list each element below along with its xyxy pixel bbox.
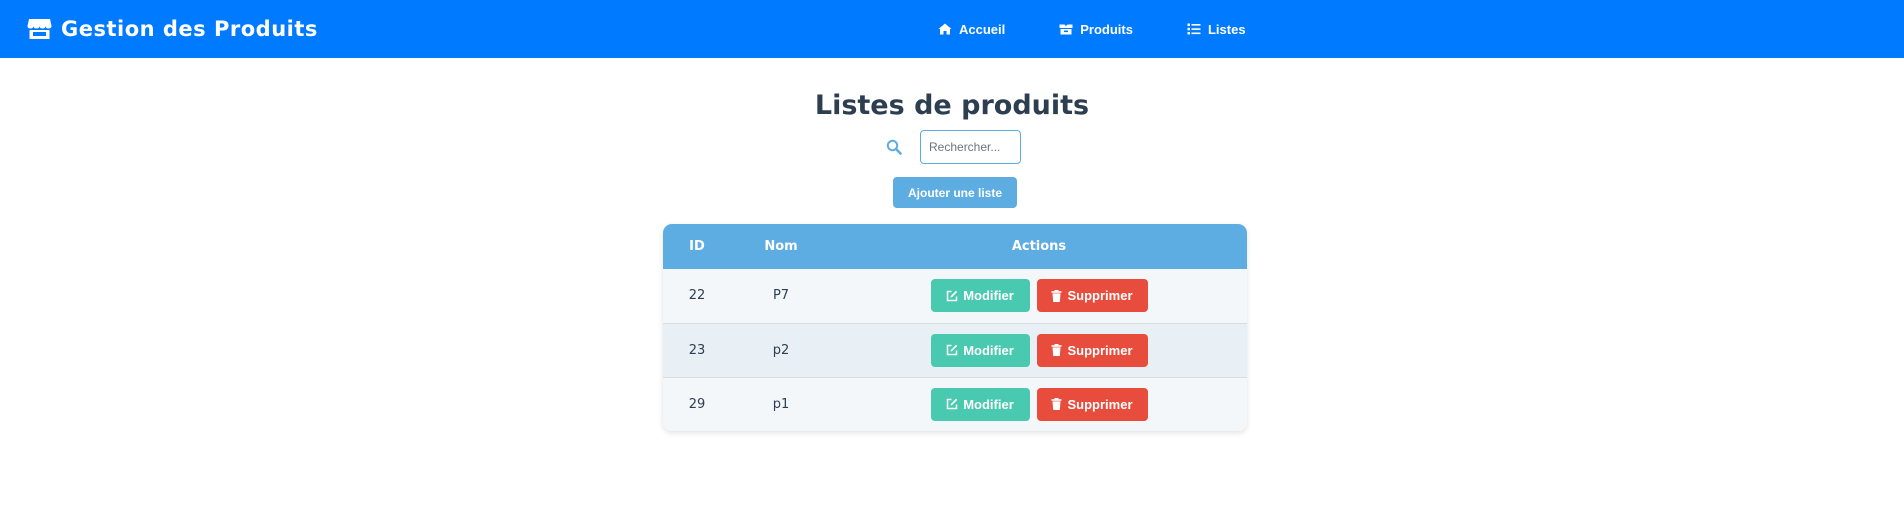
cell-id: 22 <box>688 288 706 304</box>
table-row: 23 p2 Modifier Supprimer <box>663 323 1247 377</box>
search-input[interactable] <box>920 130 1021 164</box>
trash-icon <box>1051 289 1062 302</box>
edit-button[interactable]: Modifier <box>930 333 1030 367</box>
home-icon <box>938 23 952 35</box>
delete-button[interactable]: Supprimer <box>1036 387 1148 421</box>
edit-icon <box>946 399 958 410</box>
delete-button[interactable]: Supprimer <box>1036 333 1148 367</box>
cell-id: 29 <box>688 396 706 412</box>
edit-button[interactable]: Modifier <box>930 279 1030 313</box>
row-actions: Modifier Supprimer <box>831 333 1247 367</box>
delete-label: Supprimer <box>1067 396 1133 412</box>
store-icon <box>27 19 52 39</box>
page-title: Listes de produits <box>814 90 1090 121</box>
row-actions: Modifier Supprimer <box>831 387 1247 421</box>
trash-icon <box>1051 344 1062 356</box>
delete-button[interactable]: Supprimer <box>1036 279 1148 313</box>
lists-table: ID Nom Actions 22 P7 Modifier Supprimer … <box>663 224 1247 431</box>
cell-nom: p2 <box>772 342 790 358</box>
cell-id: 23 <box>688 342 706 358</box>
nav-link-label: Listes <box>1207 21 1246 37</box>
header-nom: Nom <box>764 239 798 254</box>
table-header-row: ID Nom Actions <box>663 224 1247 269</box>
row-actions: Modifier Supprimer <box>831 279 1247 313</box>
list-icon <box>1187 23 1201 35</box>
cell-nom: p1 <box>772 396 790 412</box>
delete-label: Supprimer <box>1067 342 1133 358</box>
edit-label: Modifier <box>963 342 1014 358</box>
cell-actions: Modifier Supprimer <box>831 269 1247 323</box>
cell-nom: P7 <box>772 288 790 304</box>
edit-label: Modifier <box>963 288 1014 304</box>
search-icon <box>886 139 902 155</box>
table-row: 22 P7 Modifier Supprimer <box>663 269 1247 323</box>
header-actions: Actions <box>1011 239 1067 254</box>
nav-link-produits[interactable]: Produits <box>1059 22 1133 37</box>
edit-button[interactable]: Modifier <box>930 387 1030 421</box>
edit-icon <box>946 344 958 356</box>
nav-link-label: Accueil <box>959 21 1006 37</box>
nav-link-label: Produits <box>1080 21 1133 37</box>
cell-actions: Modifier Supprimer <box>831 323 1247 377</box>
cell-actions: Modifier Supprimer <box>831 377 1247 431</box>
header-id: ID <box>689 239 705 254</box>
delete-label: Supprimer <box>1067 288 1133 304</box>
trash-icon <box>1051 398 1062 411</box>
nav-links: Accueil Produits Listes <box>938 0 1300 58</box>
brand[interactable]: Gestion des Produits <box>27 0 318 58</box>
search-bar <box>886 130 1021 164</box>
edit-icon <box>946 290 958 301</box>
edit-label: Modifier <box>963 396 1014 412</box>
brand-title: Gestion des Produits <box>61 17 318 41</box>
nav-link-accueil[interactable]: Accueil <box>938 22 1005 37</box>
table-row: 29 p1 Modifier Supprimer <box>663 377 1247 431</box>
nav-link-listes[interactable]: Listes <box>1187 22 1246 37</box>
box-icon <box>1059 24 1073 34</box>
lists-table-card: ID Nom Actions 22 P7 Modifier Supprimer … <box>663 224 1247 431</box>
add-list-button[interactable]: Ajouter une liste <box>893 177 1017 208</box>
navbar: Gestion des Produits Accueil Produits Li… <box>0 0 1904 58</box>
